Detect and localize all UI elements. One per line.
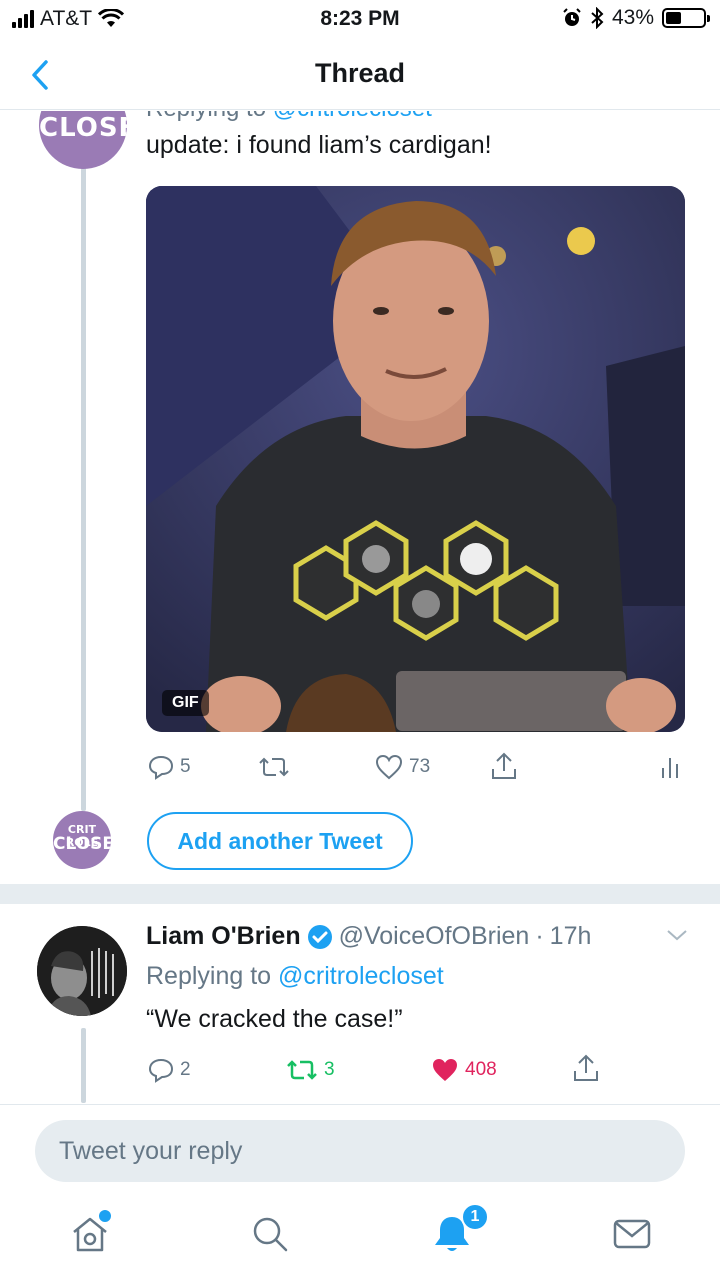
messages-icon[interactable]: [610, 1212, 654, 1256]
like-count: 408: [465, 1059, 497, 1080]
bluetooth-icon: [591, 7, 604, 29]
alarm-icon: [563, 8, 581, 26]
tweet-text: “We cracked the case!”: [146, 1005, 403, 1033]
replying-to: Replying to @critrolecloset: [146, 962, 444, 990]
divider: [0, 884, 720, 904]
gif-image: [146, 186, 685, 732]
gif-badge: GIF: [162, 690, 209, 716]
author-handle[interactable]: @VoiceOfOBrien: [339, 922, 530, 951]
reply-count: 5: [180, 756, 191, 777]
replying-handle[interactable]: @critrolecloset: [273, 111, 432, 122]
like-count: 73: [409, 756, 431, 777]
verified-icon: [307, 924, 332, 949]
reply-bar: [0, 1104, 720, 1194]
battery-percent: 43%: [611, 6, 654, 29]
tweet-1[interactable]: CLOSET Replying to @critrolecloset updat…: [0, 111, 720, 881]
reply-icon: [148, 755, 174, 780]
like-button[interactable]: 73: [375, 754, 430, 780]
like-button[interactable]: 408: [431, 1057, 497, 1083]
avatar-image: [37, 926, 127, 1016]
battery-icon: [662, 8, 710, 28]
search-icon[interactable]: [248, 1212, 292, 1256]
thread-line: [81, 1028, 86, 1103]
heart-icon: [433, 1059, 457, 1081]
author-name[interactable]: Liam O'Brien: [146, 922, 301, 951]
add-another-tweet-button[interactable]: Add another Tweet: [147, 812, 413, 870]
reply-input[interactable]: [35, 1120, 685, 1182]
retweet-button[interactable]: 3: [286, 1057, 335, 1083]
reply-button[interactable]: 2: [148, 1057, 191, 1083]
thread-line: [81, 161, 86, 811]
separator-dot: ·: [535, 922, 544, 950]
heart-icon: [375, 754, 403, 780]
avatar[interactable]: [37, 926, 127, 1016]
analytics-icon: [662, 758, 678, 778]
retweet-icon: [259, 757, 289, 777]
avatar: CRIT ROLE CLOSET: [53, 811, 111, 869]
share-button[interactable]: [490, 751, 518, 781]
tweet-text: update: i found liam’s cardigan!: [146, 131, 492, 159]
reply-icon: [148, 1058, 174, 1083]
nav-bar: Thread: [0, 40, 720, 110]
reply-button[interactable]: 5: [148, 754, 191, 780]
status-bar: AT&T 8:23 PM 43%: [0, 0, 720, 40]
add-tweet-row: CRIT ROLE CLOSET Add another Tweet: [0, 811, 720, 871]
share-icon: [574, 1054, 598, 1081]
share-button[interactable]: [572, 1053, 600, 1083]
replying-to: Replying to @critrolecloset: [146, 111, 432, 123]
reply-count: 2: [180, 1059, 191, 1080]
replying-handle[interactable]: @critrolecloset: [278, 962, 444, 990]
notification-badge: 1: [461, 1203, 489, 1231]
home-new-dot: [99, 1210, 111, 1222]
avatar[interactable]: CLOSET: [39, 111, 127, 169]
gif-media[interactable]: GIF: [146, 186, 685, 732]
page-title: Thread: [314, 58, 406, 88]
retweet-button[interactable]: [258, 754, 290, 780]
share-icon: [492, 752, 516, 779]
tab-bar: [0, 1194, 720, 1280]
chevron-down-icon[interactable]: [664, 926, 690, 944]
analytics-button[interactable]: [660, 754, 680, 780]
retweet-icon: [287, 1060, 317, 1080]
tweet-2-header: Liam O'Brien @VoiceOfOBrien · 17h: [146, 922, 591, 951]
retweet-count: 3: [324, 1059, 335, 1080]
tweet-time: 17h: [549, 922, 592, 950]
